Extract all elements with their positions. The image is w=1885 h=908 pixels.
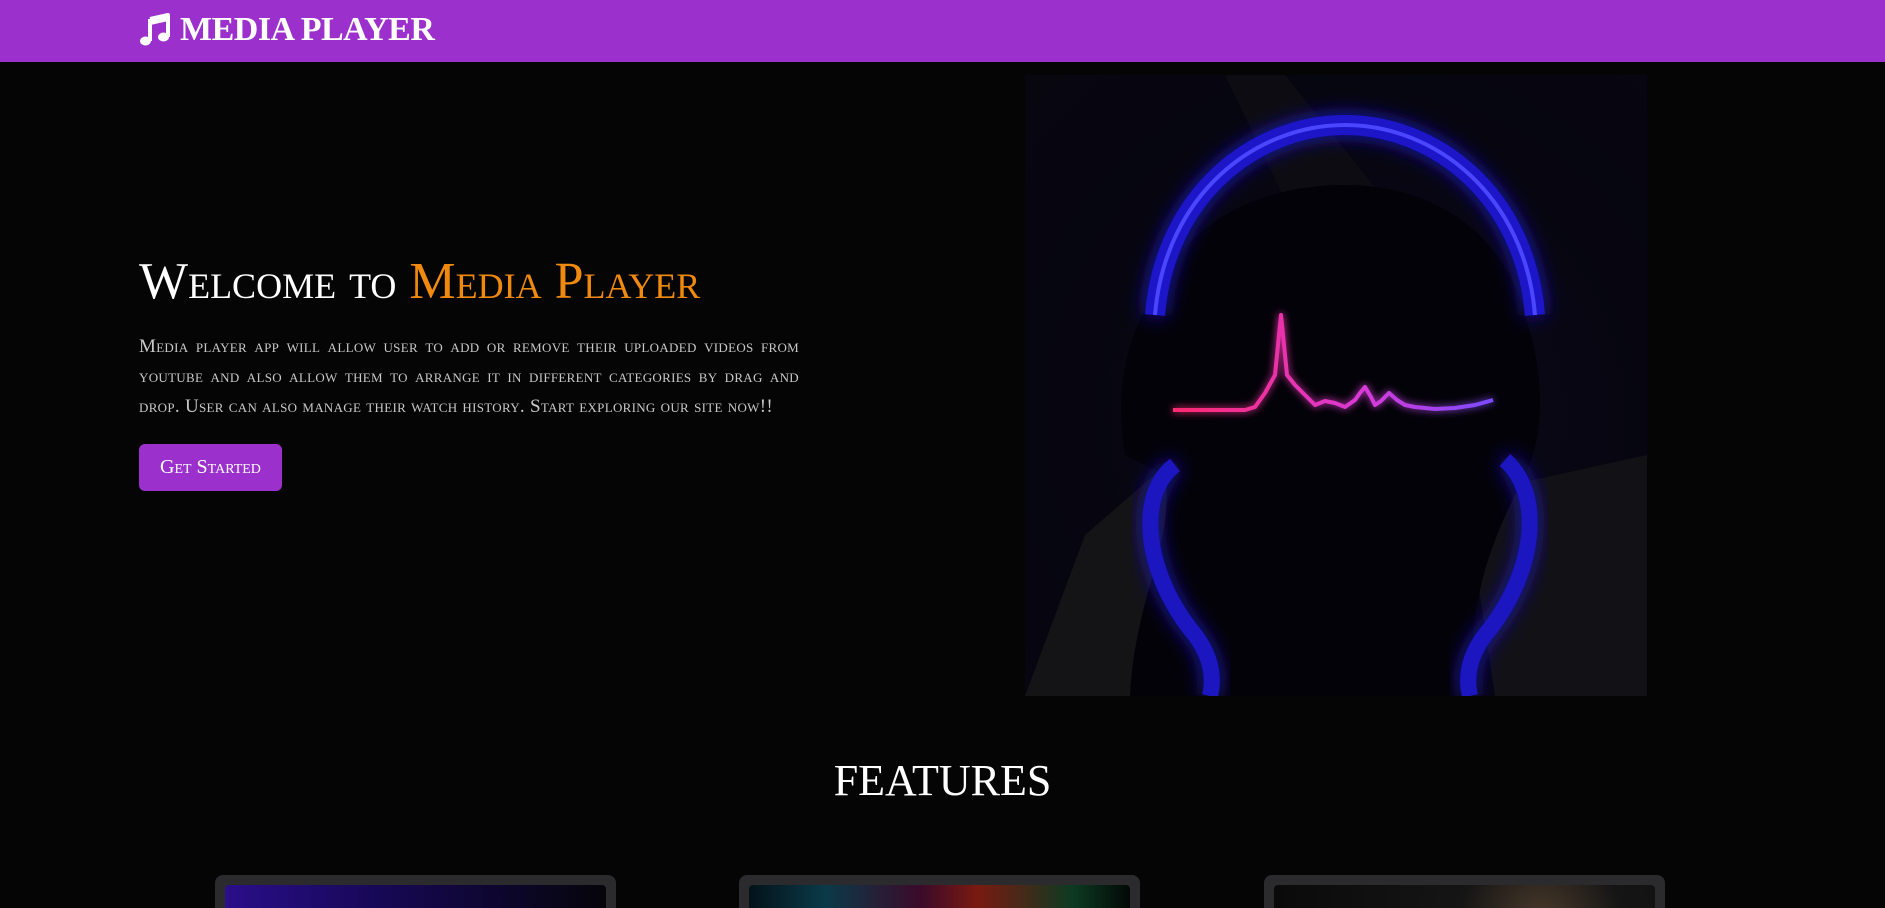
feature-thumbnail [749,885,1130,908]
feature-thumbnail [225,885,606,908]
navbar: MEDIA PLAYER [0,0,1885,62]
hero-section: Welcome to Media Player Media player app… [139,250,799,491]
features-title: FEATURES [833,756,1052,805]
hero-title-accent: Media Player [409,253,701,310]
hero-image [1025,75,1647,696]
brand-label: MEDIA PLAYER [180,11,435,48]
feature-thumbnail [1274,885,1655,908]
feature-card[interactable] [1264,875,1665,908]
hero-title: Welcome to Media Player [139,250,799,314]
brand-link[interactable]: MEDIA PLAYER [138,10,435,50]
hero-description: Media player app will allow user to add … [139,336,799,417]
get-started-button[interactable]: Get Started [139,444,282,491]
feature-card[interactable] [215,875,616,908]
feature-card[interactable] [739,875,1140,908]
music-note-icon [138,13,172,47]
hero-title-prefix: Welcome to [139,253,410,310]
